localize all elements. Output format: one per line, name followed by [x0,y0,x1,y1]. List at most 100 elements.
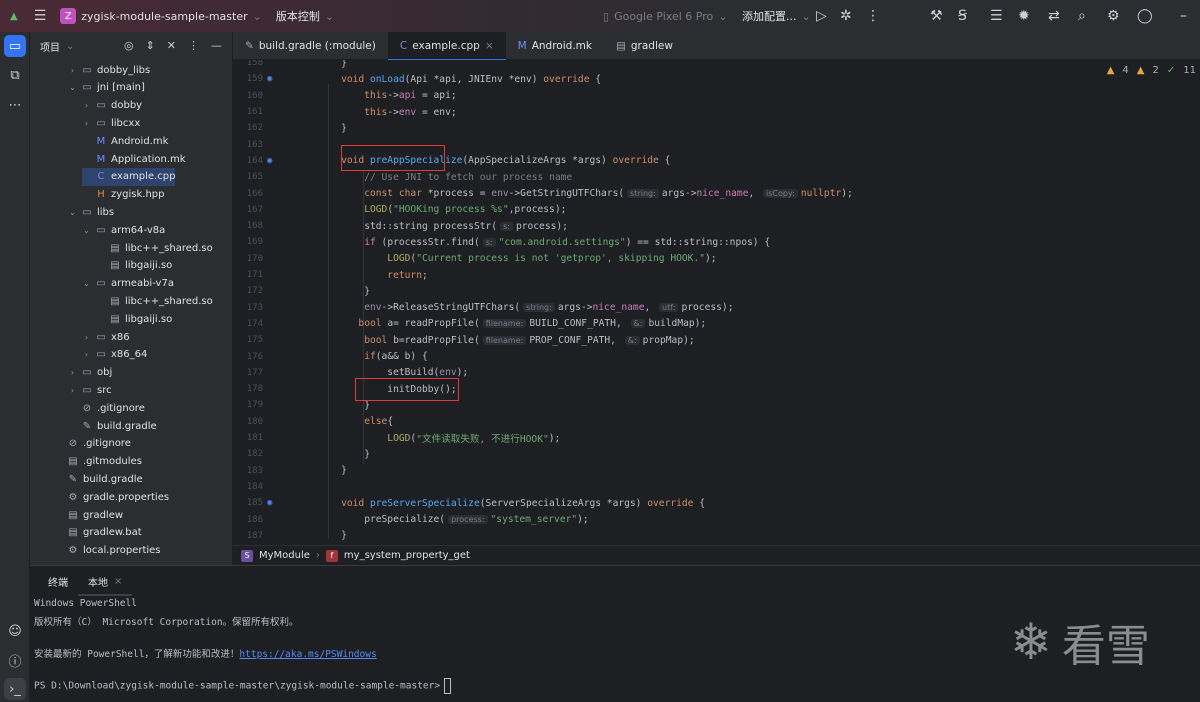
tree-item[interactable]: ▤ .gitmodules [54,453,142,471]
tab-gradlew[interactable]: ▤ gradlew [604,32,685,60]
breadcrumb-item[interactable]: my_system_property_get [344,550,470,561]
tree-item-label: .gitignore [97,402,145,414]
run-config-selector[interactable]: 添加配置... ⌄ [742,8,811,24]
project-folder-icon[interactable]: ▭ [4,35,26,57]
tree-item[interactable]: Cexample.cpp [82,167,176,186]
breadcrumb-item[interactable]: MyModule [259,550,310,561]
override-gutter-icon[interactable]: ◉ [267,498,272,508]
terminal-tab-title[interactable]: 终端 [38,566,78,596]
search-icon[interactable]: ⌕ [1078,8,1086,24]
more-icon[interactable]: ⋮ [866,8,880,24]
code-token: (Api *api, JNIEnv *env) [404,73,544,85]
chevron-down-icon: ⌄ [83,225,90,235]
file-icon: ▤ [110,260,120,272]
override-gutter-icon[interactable]: ◉ [267,156,272,166]
code-token: "HOOKing process %s" [393,204,509,216]
tree-item[interactable]: Hzygisk.hpp [82,186,164,204]
tree-item[interactable]: ▤ gradlew.bat [54,524,141,542]
chevron-right-icon: › [70,385,75,395]
vcs-menu[interactable]: 版本控制 ⌄ [276,8,334,24]
tree-item[interactable]: ▤ libgaiji.so [96,310,172,328]
tree-item[interactable]: ⊘ .gitignore [54,435,131,453]
collapse-all-icon[interactable]: ✕ [167,39,176,52]
hide-icon[interactable]: — [211,39,222,52]
tab-label: build.gradle (:module) [258,40,376,52]
structure-icon[interactable]: ⧉ [4,64,26,86]
tree-item[interactable]: ⌄ ▭ jni [main] [68,79,145,97]
expand-all-icon[interactable]: ⇕ [146,39,155,52]
hamburger-menu-icon[interactable]: ☰ [34,8,47,24]
tab-build-gradle-module-[interactable]: ✎ build.gradle (:module) [233,32,388,60]
tree-item[interactable]: ⌄ ▭ libs [68,203,114,221]
code-token: ); [705,253,717,265]
override-gutter-icon[interactable]: ◉ [267,74,272,84]
tree-item[interactable]: › ▭ dobby_libs [68,61,150,79]
function-icon: f [325,549,338,562]
translate-icon[interactable]: Ꞩ [958,8,967,24]
code-line: 161 this -> env = env; [233,104,457,120]
tree-item[interactable]: M Application.mk [82,150,186,168]
run-icon[interactable]: ▷ [816,8,827,24]
tree-item[interactable]: ⚙ local.properties [54,542,161,560]
tree-item[interactable]: › ▭ src [68,381,112,399]
line-number: 174 [246,318,263,329]
account-icon[interactable]: ◯ [1137,8,1153,24]
settings-icon[interactable]: ⚙ [1107,8,1120,24]
tree-item[interactable]: ⌄ ▭ arm64-v8a [82,221,165,239]
file-icon: ▤ [615,40,626,52]
tree-item[interactable]: ⊘ .gitignore [68,399,145,417]
coverage-icon[interactable]: ☰ [990,8,1003,24]
tree-item[interactable]: M Android.mk [82,132,169,150]
locate-icon[interactable]: ◎ [124,39,134,52]
tree-item[interactable]: ✎ build.gradle [68,417,157,435]
code-token: this [318,90,388,102]
tab-example-cpp[interactable]: Cexample.cpp × [387,32,506,61]
debug-icon[interactable]: ✲ [840,8,852,24]
tab-android-mk[interactable]: M Android.mk [506,32,604,60]
tree-item[interactable]: › ▭ x86_64 [82,346,147,364]
tree-item-label: .gitignore [83,438,131,450]
project-selector[interactable]: Z zygisk-module-sample-master ⌄ [60,8,262,24]
code-token: ); [548,432,561,444]
inspection-widget[interactable]: ▲ 4 ▲ 2 ✓ 11 [1107,65,1196,76]
code-token: LOGD [318,432,411,444]
code-editor[interactable]: ▲ 4 ▲ 2 ✓ 11 158 } 159 ◉ void onLoad (Api *api… [233,60,1200,545]
close-icon[interactable]: × [485,40,494,52]
build-icon[interactable]: ⚒ [930,8,943,24]
logcat-icon[interactable]: ☺ [4,620,26,642]
close-icon[interactable]: × [114,576,122,587]
code-token: (a&& b) { [375,351,428,363]
tree-item[interactable]: ✎ build.gradle [54,470,143,488]
minimize-icon[interactable]: – [1180,8,1187,24]
code-token: } [318,122,347,134]
line-number: 166 [246,188,263,199]
terminal-tab-local[interactable]: 本地 × [78,566,133,596]
tree-item[interactable]: ⚙ gradle.properties [54,488,170,506]
device-label: Google Pixel 6 Pro [614,9,714,23]
tree-item[interactable]: › ▭ dobby [82,97,142,115]
more-icon[interactable]: ⋯ [4,94,26,116]
chevron-down-icon: ⌄ [69,207,76,217]
makefile-icon: M [517,40,527,52]
parameter-hint: s: [500,221,513,231]
tree-item[interactable]: ▤ libgaiji.so [96,257,172,275]
tree-item[interactable]: ▤ gradlew [54,506,123,524]
device-sync-icon[interactable]: ⇄ [1048,8,1060,24]
tree-item[interactable]: ▤ libc++_shared.so [96,292,212,310]
tree-item[interactable]: › ▭ x86 [82,328,130,346]
tree-item[interactable]: › ▭ libcxx [82,114,140,132]
device-selector[interactable]: ▯ Google Pixel 6 Pro ⌄ [603,10,727,23]
code-token: ); [841,188,853,200]
options-icon[interactable]: ⋮ [188,39,199,52]
terminal-icon[interactable]: ›_ [4,678,26,700]
tree-item-label: libs [97,206,115,218]
powershell-link[interactable]: https://aka.ms/PSWindows [239,649,376,660]
bug-icon[interactable]: ✹ [1018,8,1030,24]
code-token: override [647,497,694,509]
project-panel-title[interactable]: 项目 [40,39,60,54]
tree-item[interactable]: › ▭ obj [68,364,112,382]
tab-label: example.cpp [412,40,480,52]
problems-icon[interactable]: ⓘ [4,649,26,671]
tree-item[interactable]: ⌄ ▭ armeabi-v7a [82,275,174,293]
tree-item[interactable]: ▤ libc++_shared.so [96,239,212,257]
